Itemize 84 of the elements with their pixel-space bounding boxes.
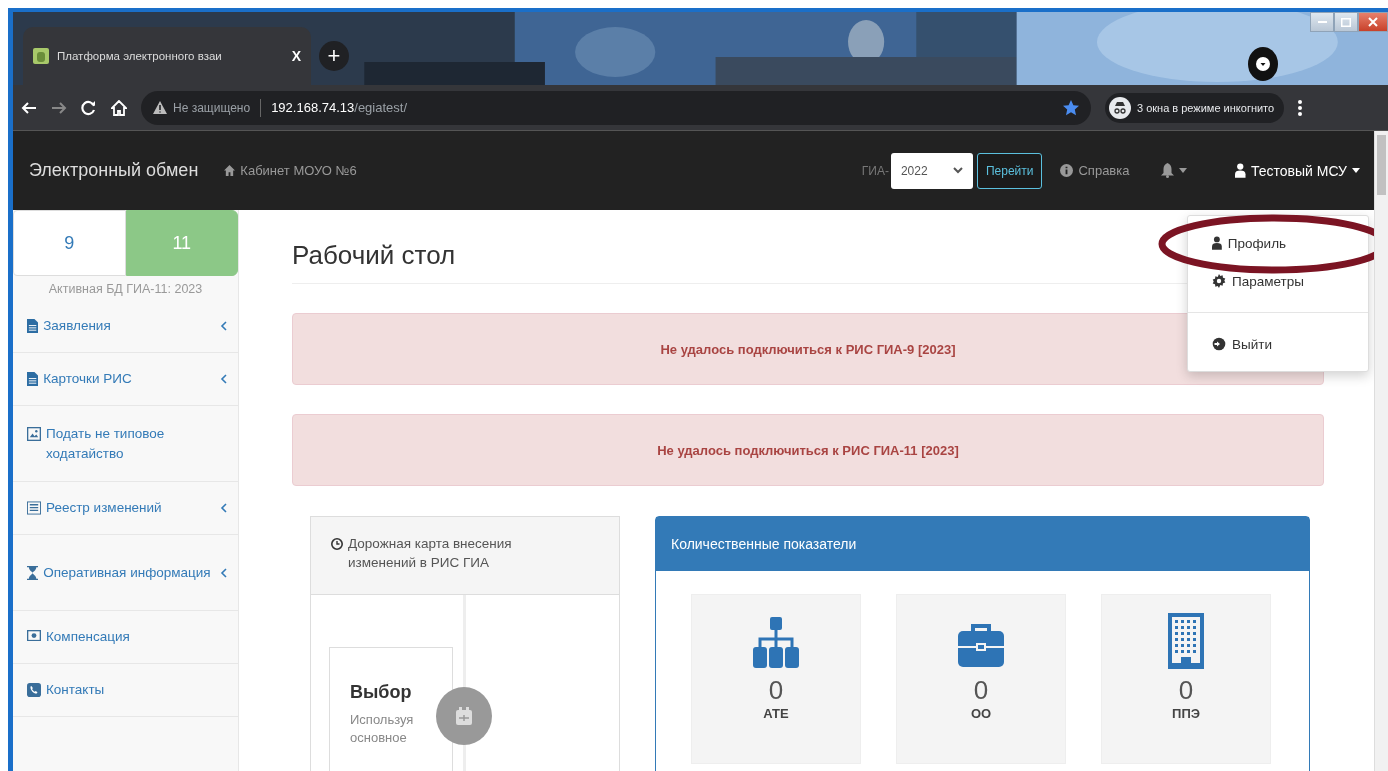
url-text: 192.168.74.13/egiatest/	[271, 100, 409, 115]
scrollbar[interactable]	[1374, 131, 1388, 771]
user-icon	[1235, 163, 1246, 178]
step-description: Используя основное	[350, 711, 415, 748]
notifications-button[interactable]	[1161, 163, 1188, 178]
close-window-button[interactable]	[1358, 12, 1388, 32]
menu-button[interactable]	[1298, 99, 1303, 116]
panel-title: Количественные показатели	[656, 517, 1309, 571]
clock-icon	[331, 538, 343, 550]
incognito-icon	[1109, 96, 1131, 119]
user-icon	[1212, 236, 1222, 250]
page-icon	[33, 48, 49, 64]
expand-chevron-icon	[220, 503, 228, 513]
sidebar-item[interactable]: Подать не типовое ходатайство	[13, 406, 238, 482]
maximize-icon	[1341, 17, 1351, 27]
expand-chevron-icon	[220, 567, 228, 578]
document-icon	[27, 319, 39, 334]
step-title: Выбор	[350, 682, 413, 703]
bell-icon	[1161, 163, 1175, 178]
minimize-icon	[1317, 21, 1327, 23]
home-button[interactable]	[111, 99, 127, 116]
reload-button[interactable]	[81, 99, 97, 116]
sidebar-item[interactable]: Заявления	[13, 300, 238, 353]
help-link[interactable]: Справка	[1060, 163, 1130, 178]
list-icon	[27, 501, 41, 516]
briefcase-icon	[958, 623, 1004, 669]
home-icon	[111, 99, 127, 116]
reload-icon	[81, 99, 97, 116]
warning-icon	[153, 101, 167, 114]
forward-arrow-icon	[51, 99, 67, 116]
menu-item[interactable]: Параметры	[1188, 262, 1368, 300]
close-tab-button[interactable]: X	[291, 48, 301, 64]
logout-icon	[1212, 337, 1226, 351]
office-building-icon	[1168, 613, 1204, 669]
hourglass-icon	[27, 565, 39, 580]
back-arrow-icon	[21, 99, 37, 116]
hierarchy-icon	[753, 617, 799, 669]
info-icon	[1060, 164, 1074, 177]
caret-icon	[1179, 168, 1188, 173]
expand-chevron-icon	[220, 321, 228, 331]
year-select[interactable]: 2022	[890, 152, 973, 189]
stat-label: ППЭ	[1172, 706, 1200, 721]
home-icon	[224, 165, 236, 176]
document-icon	[27, 372, 39, 387]
active-database-label: Активная БД ГИА-11: 2023	[47, 281, 204, 298]
address-bar[interactable]: Не защищено 192.168.74.13/egiatest/	[141, 90, 1091, 125]
user-menu-button[interactable]: Тестовый МСУ	[1235, 162, 1360, 179]
incognito-button[interactable]: 3 окна в режиме инкогнито	[1105, 92, 1285, 123]
star-icon	[1063, 99, 1079, 116]
stat-value: 0	[1178, 675, 1194, 706]
calendar-icon	[456, 707, 472, 725]
expand-chevron-icon	[220, 374, 228, 384]
close-icon	[1368, 17, 1378, 27]
sidebar-item[interactable]: Компенсация	[13, 611, 238, 664]
stat-value: 0	[973, 675, 989, 706]
gia-label: ГИА-	[861, 163, 889, 178]
sidebar-item[interactable]: Оперативная информация	[13, 535, 238, 611]
panel-title: Дорожная карта внесения изменений в РИС ГИА	[348, 535, 513, 572]
scrollbar-thumb[interactable]	[1377, 135, 1386, 195]
back-button[interactable]	[21, 99, 37, 116]
maximize-button[interactable]	[1334, 12, 1358, 32]
sidebar-item[interactable]: Карточки РИС	[13, 353, 238, 406]
grade-tab[interactable]: 9	[13, 210, 126, 276]
sidebar-item[interactable]: Контакты	[13, 664, 238, 717]
phone-icon	[27, 683, 41, 698]
chevron-down-icon	[952, 167, 963, 174]
banknote-icon	[27, 630, 41, 642]
tab-title: Платформа электронного взаи	[57, 50, 223, 62]
error-alert: Не удалось подключиться к РИС ГИА-11 [2023]	[292, 414, 1324, 486]
kebab-menu-icon	[1298, 99, 1303, 116]
forward-button[interactable]	[51, 99, 67, 116]
go-button[interactable]: Перейти	[976, 152, 1043, 189]
framed-picture-icon	[27, 426, 41, 441]
cabinet-link[interactable]: Кабинет МОУО №6	[224, 163, 357, 178]
stat-label: АТЕ	[763, 706, 789, 721]
app-brand[interactable]: Электронный обмен	[29, 160, 199, 181]
browser-tab[interactable]: Платформа электронного взаи X	[23, 27, 311, 85]
security-label: Не защищено	[173, 100, 251, 115]
stat-label: ОО	[970, 706, 992, 721]
stat-value: 0	[768, 675, 784, 706]
gear-icon	[1212, 274, 1226, 288]
caret-icon	[1352, 168, 1360, 173]
minimize-button[interactable]	[1310, 12, 1334, 32]
sidebar-item[interactable]: Реестр изменений	[13, 482, 238, 535]
